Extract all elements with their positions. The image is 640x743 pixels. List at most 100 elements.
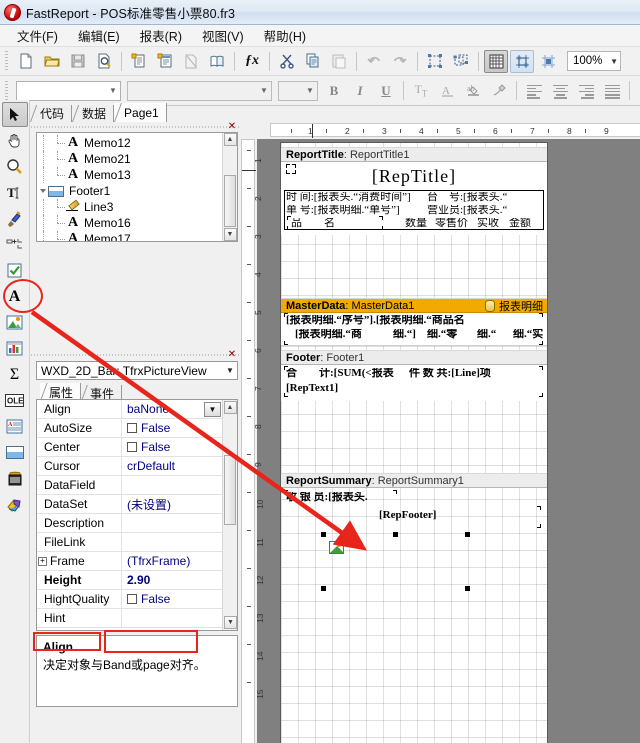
- inspector-grip[interactable]: ✕: [30, 350, 240, 360]
- property-row-align[interactable]: Align baNone ▼: [37, 400, 222, 419]
- richtext-tool[interactable]: A: [2, 414, 28, 439]
- save-icon[interactable]: [66, 50, 90, 73]
- property-value[interactable]: crDefault: [122, 457, 222, 475]
- formula-icon[interactable]: ƒx: [240, 50, 264, 73]
- align-to-grid-icon[interactable]: [510, 49, 534, 73]
- bold-button[interactable]: B: [322, 79, 346, 102]
- group-icon[interactable]: [423, 50, 447, 73]
- memo-col-paid[interactable]: 实收: [477, 218, 499, 230]
- menu-file[interactable]: 文件(F): [8, 23, 67, 48]
- property-value[interactable]: baNone ▼: [122, 400, 222, 418]
- property-row-keepaspectratio[interactable]: KeepAspectR True: [37, 628, 222, 630]
- scroll-thumb[interactable]: [224, 175, 236, 227]
- align-center-icon[interactable]: [548, 79, 572, 102]
- cut-icon[interactable]: [275, 50, 299, 73]
- chart-tool[interactable]: [2, 336, 28, 361]
- scroll-thumb[interactable]: [224, 455, 236, 525]
- property-checkbox[interactable]: [127, 442, 137, 452]
- memo-col-price[interactable]: 零售价: [435, 218, 468, 230]
- list-item[interactable]: A Memo17: [37, 231, 222, 241]
- memo-table-no[interactable]: 台 号:[报表头.“: [427, 192, 543, 204]
- memo-clerk[interactable]: 营业员:[报表头.“: [427, 205, 543, 217]
- property-value[interactable]: [122, 476, 222, 494]
- list-item[interactable]: A Memo16: [37, 215, 222, 231]
- resize-handle-tr[interactable]: [465, 532, 470, 537]
- show-grid-icon[interactable]: [484, 49, 508, 73]
- memo-col-name[interactable]: 品 名: [291, 218, 381, 230]
- property-row-autosize[interactable]: AutoSize False: [37, 419, 222, 438]
- band-tool[interactable]: [2, 440, 28, 465]
- list-item[interactable]: A Memo13: [37, 167, 222, 183]
- select-tool[interactable]: [1, 102, 28, 127]
- zoom-tool[interactable]: [2, 154, 28, 179]
- property-value[interactable]: False: [122, 438, 222, 456]
- copy-icon[interactable]: [301, 50, 325, 73]
- band-header-master-data[interactable]: MasterData: MasterData1 报表明细: [281, 298, 547, 313]
- checkbox-tool[interactable]: [2, 258, 28, 283]
- property-value[interactable]: (TfrxFrame): [122, 552, 222, 570]
- redo-icon[interactable]: [388, 50, 412, 73]
- property-row-dataset[interactable]: DataSet (未设置): [37, 495, 222, 514]
- resize-handle-bl[interactable]: [321, 586, 326, 591]
- object-selector-combo[interactable]: WXD_2D_Bar: TfrxPictureView ▼: [36, 361, 238, 380]
- property-value[interactable]: [122, 533, 222, 551]
- report-page[interactable]: ReportTitle: ReportTitle1 [RepTitle] 时 间…: [280, 142, 548, 743]
- memo-col-qty[interactable]: 数量: [405, 218, 427, 230]
- text-tool[interactable]: T: [2, 180, 28, 205]
- chevron-down-icon[interactable]: [37, 183, 48, 199]
- underline-button[interactable]: U: [374, 79, 398, 102]
- property-value[interactable]: False: [122, 419, 222, 437]
- undo-icon[interactable]: [362, 50, 386, 73]
- memo-detail-e[interactable]: 细.“实: [513, 329, 543, 341]
- italic-button[interactable]: I: [348, 79, 372, 102]
- barcode-tool[interactable]: [2, 466, 28, 491]
- format-painter-icon[interactable]: [487, 79, 511, 102]
- property-checkbox[interactable]: [127, 594, 137, 604]
- tab-code[interactable]: 代码: [30, 105, 73, 122]
- tree-scrollbar[interactable]: ▲ ▼: [222, 133, 237, 241]
- align-top-icon[interactable]: [635, 79, 640, 102]
- expand-icon[interactable]: +: [38, 556, 47, 566]
- resize-handle-tc[interactable]: [393, 532, 398, 537]
- band-body-report-title[interactable]: [RepTitle] 时 间:[报表头.“消费时间”] 台 号:[报表头.“ 单…: [281, 162, 547, 235]
- ungroup-icon[interactable]: [449, 50, 473, 73]
- band-header-report-summary[interactable]: ReportSummary: ReportSummary1: [281, 473, 547, 488]
- shape-tool[interactable]: [2, 492, 28, 517]
- list-item[interactable]: Footer1: [37, 183, 222, 199]
- scroll-up-icon[interactable]: ▲: [223, 133, 237, 146]
- memo-detail-a[interactable]: [报表明细.“商: [295, 329, 362, 341]
- memo-detail-line1[interactable]: [报表明细.“序号”].[报表明细.“商品名: [286, 315, 465, 327]
- ole-tool[interactable]: OLE: [2, 388, 28, 413]
- format-painter-tool[interactable]: [2, 206, 28, 231]
- menu-edit[interactable]: 编辑(E): [69, 23, 129, 48]
- highlight-color-icon[interactable]: ab: [461, 79, 485, 102]
- property-grid-scrollbar[interactable]: ▲ ▼: [222, 400, 237, 630]
- font-style-combo[interactable]: ▼: [127, 80, 272, 101]
- horizontal-ruler[interactable]: 1 2 3 4 5 6 7 8 9: [240, 122, 640, 139]
- toolbar-grip[interactable]: [3, 51, 10, 71]
- band-header-footer[interactable]: Footer: Footer1: [281, 350, 547, 365]
- vertical-ruler[interactable]: 1 2 3 4 5 6 7 8 9 10 11 12 13 14 15: [240, 139, 265, 743]
- band-body-footer[interactable]: 合 计:[SUM(<报表 件 数 共:[Line]项 [RepText1]: [281, 365, 547, 401]
- property-row-cursor[interactable]: Cursor crDefault: [37, 457, 222, 476]
- property-value[interactable]: False: [122, 590, 222, 608]
- tab-page1[interactable]: Page1: [114, 103, 167, 122]
- font-size-combo[interactable]: ▼: [278, 80, 318, 101]
- font-name-combo[interactable]: ▼: [16, 80, 121, 101]
- property-row-datafield[interactable]: DataField: [37, 476, 222, 495]
- new-page-icon[interactable]: [127, 50, 151, 73]
- memo-col-amount[interactable]: 金额: [509, 218, 531, 230]
- fit-to-grid-icon[interactable]: [536, 50, 560, 73]
- property-dropdown-button[interactable]: ▼: [204, 401, 221, 417]
- align-right-icon[interactable]: [574, 79, 598, 102]
- zoom-combo[interactable]: 100% ▼: [567, 51, 621, 71]
- align-left-icon[interactable]: [522, 79, 546, 102]
- insert-band-tool[interactable]: [2, 232, 28, 257]
- property-value[interactable]: [122, 609, 222, 627]
- selected-picture-object[interactable]: [321, 532, 470, 591]
- memo-bill-no[interactable]: 单 号:[报表明细.“单号”]: [286, 205, 422, 217]
- memo-reptitle[interactable]: [RepTitle]: [286, 167, 542, 186]
- property-checkbox[interactable]: [127, 423, 137, 433]
- property-value[interactable]: True: [125, 628, 222, 630]
- menu-report[interactable]: 报表(R): [131, 23, 191, 48]
